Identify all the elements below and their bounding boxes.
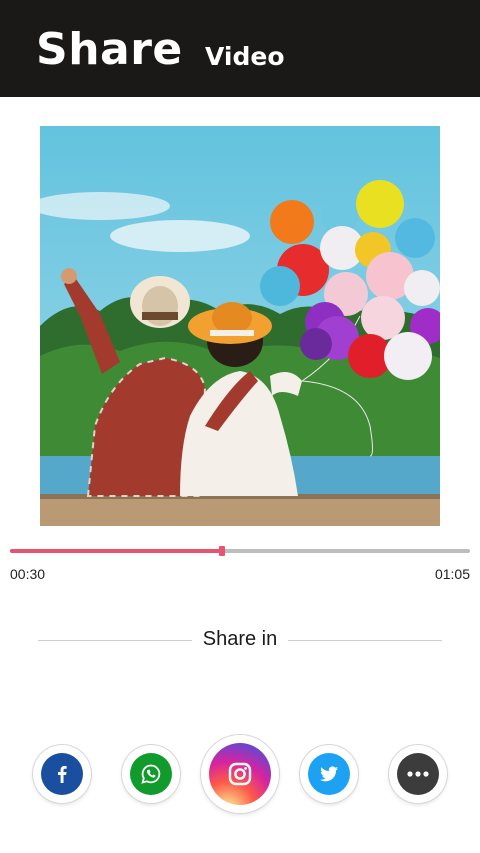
share-facebook-button[interactable] xyxy=(33,745,91,803)
share-instagram-button[interactable] xyxy=(201,735,279,813)
progress-thumb[interactable] xyxy=(219,546,226,556)
share-heading: Share in xyxy=(0,628,480,651)
facebook-icon xyxy=(41,753,83,795)
share-whatsapp-button[interactable] xyxy=(122,745,180,803)
instagram-icon xyxy=(209,743,271,805)
video-thumbnail-image xyxy=(40,126,440,526)
total-time: 01:05 xyxy=(434,566,470,582)
video-preview[interactable] xyxy=(40,126,440,526)
app-header: Share Video xyxy=(0,0,480,97)
twitter-icon xyxy=(308,753,350,795)
progress-fill xyxy=(10,549,223,553)
share-label: Share in xyxy=(192,628,288,650)
whatsapp-icon xyxy=(130,753,172,795)
page-title: Share xyxy=(36,24,183,75)
playback-progress-bar[interactable] xyxy=(10,546,470,556)
share-more-button[interactable] xyxy=(389,745,447,803)
page-subtitle: Video xyxy=(205,42,285,71)
more-icon xyxy=(397,753,439,795)
share-twitter-button[interactable] xyxy=(300,745,358,803)
current-time: 00:30 xyxy=(10,566,46,582)
